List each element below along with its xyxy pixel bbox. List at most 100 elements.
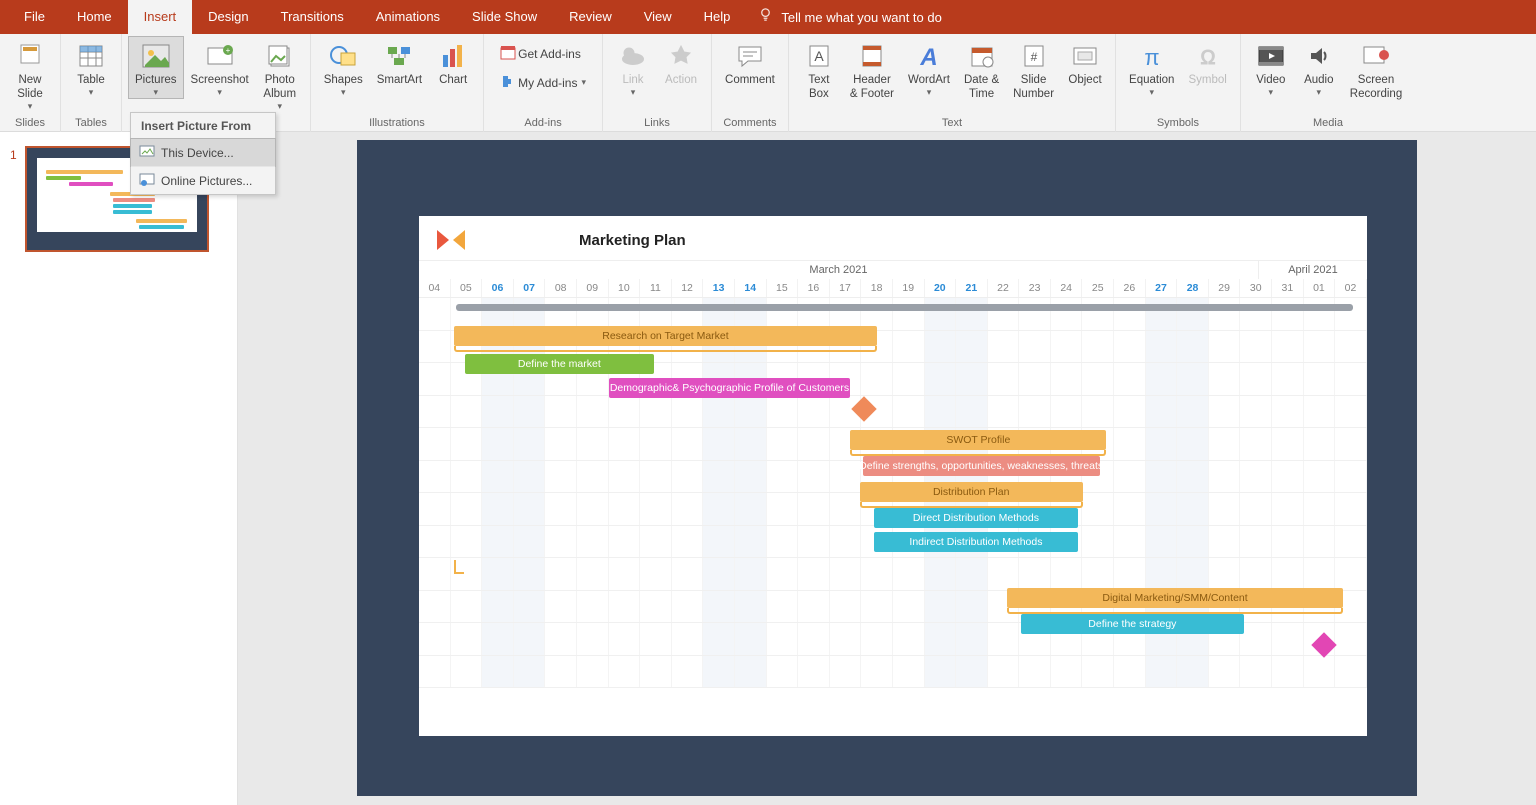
dropdown-online-label: Online Pictures... [161,174,252,188]
tell-me[interactable]: Tell me what you want to do [758,7,941,27]
day-cell: 19 [893,279,925,297]
header-footer-label: Header & Footer [850,73,894,101]
video-icon [1257,41,1285,71]
group-media: Video▾ Audio▾ Screen Recording Media [1241,34,1415,132]
chevron-down-icon: ▾ [1269,87,1274,98]
smartart-button[interactable]: SmartArt [370,36,429,88]
day-cell: 13 [703,279,735,297]
chevron-down-icon: ▾ [341,87,346,98]
table-button[interactable]: Table ▾ [67,36,115,99]
day-cell: 15 [767,279,799,297]
tab-home[interactable]: Home [61,0,128,34]
action-button: Action [657,36,705,88]
tab-review[interactable]: Review [553,0,628,34]
chart-icon [441,41,465,71]
tab-help[interactable]: Help [688,0,747,34]
day-cell: 18 [861,279,893,297]
header-footer-icon [860,41,884,71]
chevron-down-icon: ▾ [927,87,932,98]
task-digital-bar: Digital Marketing/SMM/Content [1007,588,1344,608]
dropdown-this-device[interactable]: This Device... [130,138,276,167]
textbox-button[interactable]: AText Box [795,36,843,102]
day-cell: 02 [1335,279,1367,297]
object-button[interactable]: Object [1061,36,1109,88]
pictures-button[interactable]: Pictures ▾ [128,36,184,99]
tab-design[interactable]: Design [192,0,264,34]
svg-text:Ω: Ω [1200,47,1215,69]
screenshot-label: Screenshot [191,73,249,87]
wordart-button[interactable]: AWordArt▾ [901,36,957,99]
day-cell: 26 [1114,279,1146,297]
day-cell: 16 [798,279,830,297]
shapes-button[interactable]: Shapes ▾ [317,36,370,99]
audio-icon [1307,41,1331,71]
gantt-range-scrollbar[interactable] [456,304,1353,311]
pictures-label: Pictures [135,73,177,87]
tab-animations[interactable]: Animations [360,0,456,34]
equation-icon: π [1138,41,1166,71]
tab-file[interactable]: File [8,0,61,34]
datetime-button[interactable]: Date & Time [957,36,1006,102]
task-direct-bar: Direct Distribution Methods [874,508,1078,528]
day-cell: 04 [419,279,451,297]
group-slides: New Slide ▾ Slides [0,34,61,132]
task-research-bar: Research on Target Market [454,326,877,346]
svg-text:A: A [919,44,937,69]
comment-icon [736,41,764,71]
my-addins-button[interactable]: My Add-ins ▾ [496,71,590,94]
day-cell: 11 [640,279,672,297]
task-dist-bar: Distribution Plan [860,482,1083,502]
chart-button[interactable]: Chart [429,36,477,88]
slidenum-icon: # [1022,41,1046,71]
dropdown-online-pictures[interactable]: Online Pictures... [131,166,275,194]
day-cell: 30 [1240,279,1272,297]
video-button[interactable]: Video▾ [1247,36,1295,99]
chevron-down-icon: ▾ [1317,87,1322,98]
group-label-comments: Comments [718,117,782,132]
dropdown-this-device-label: This Device... [161,146,234,160]
day-cell: 07 [514,279,546,297]
screenshot-button[interactable]: + Screenshot ▾ [184,36,256,99]
group-text: AText Box Header & Footer AWordArt▾ Date… [789,34,1116,132]
workspace: 1 [0,132,1536,805]
video-label: Video [1256,73,1285,87]
tell-me-label: Tell me what you want to do [781,10,941,25]
link-button: Link ▾ [609,36,657,99]
group-links: Link ▾ Action Links [603,34,712,132]
my-addins-label: My Add-ins [518,76,577,90]
equation-button[interactable]: πEquation▾ [1122,36,1181,99]
get-addins-button[interactable]: Get Add-ins [496,42,590,65]
group-illustrations: Shapes ▾ SmartArt Chart Illustrations [311,34,484,132]
slide-canvas-area[interactable]: Marketing Plan March 2021 April 2021 040… [238,132,1536,805]
chevron-down-icon: ▾ [277,101,282,112]
link-label: Link [622,73,643,87]
slide[interactable]: Marketing Plan March 2021 April 2021 040… [357,140,1417,796]
day-cell: 28 [1177,279,1209,297]
symbol-button: ΩSymbol [1181,36,1233,88]
store-icon [500,44,518,63]
device-icon [139,144,161,161]
tab-view[interactable]: View [628,0,688,34]
group-label-illus: Illustrations [317,117,477,132]
screen-recording-button[interactable]: Screen Recording [1343,36,1409,102]
day-cell: 31 [1272,279,1304,297]
audio-button[interactable]: Audio▾ [1295,36,1343,99]
slide-number-button[interactable]: #Slide Number [1006,36,1061,102]
svg-text:+: + [225,46,230,55]
group-label-text: Text [795,117,1109,132]
timeline-months: March 2021 April 2021 [419,260,1367,279]
comment-button[interactable]: Comment [718,36,782,88]
task-swot2-bar: Define strengths, opportunities, weaknes… [863,456,1100,476]
tab-insert[interactable]: Insert [128,0,193,34]
day-cell: 22 [988,279,1020,297]
table-label: Table [77,73,105,87]
day-cell: 25 [1082,279,1114,297]
header-footer-button[interactable]: Header & Footer [843,36,901,102]
new-slide-button[interactable]: New Slide ▾ [6,36,54,113]
group-tables: Table ▾ Tables [61,34,122,132]
photo-album-button[interactable]: Photo Album ▾ [256,36,304,113]
object-icon [1072,41,1098,71]
tab-transitions[interactable]: Transitions [265,0,360,34]
tab-slideshow[interactable]: Slide Show [456,0,553,34]
menu-tabs: File Home Insert Design Transitions Anim… [0,0,1536,34]
